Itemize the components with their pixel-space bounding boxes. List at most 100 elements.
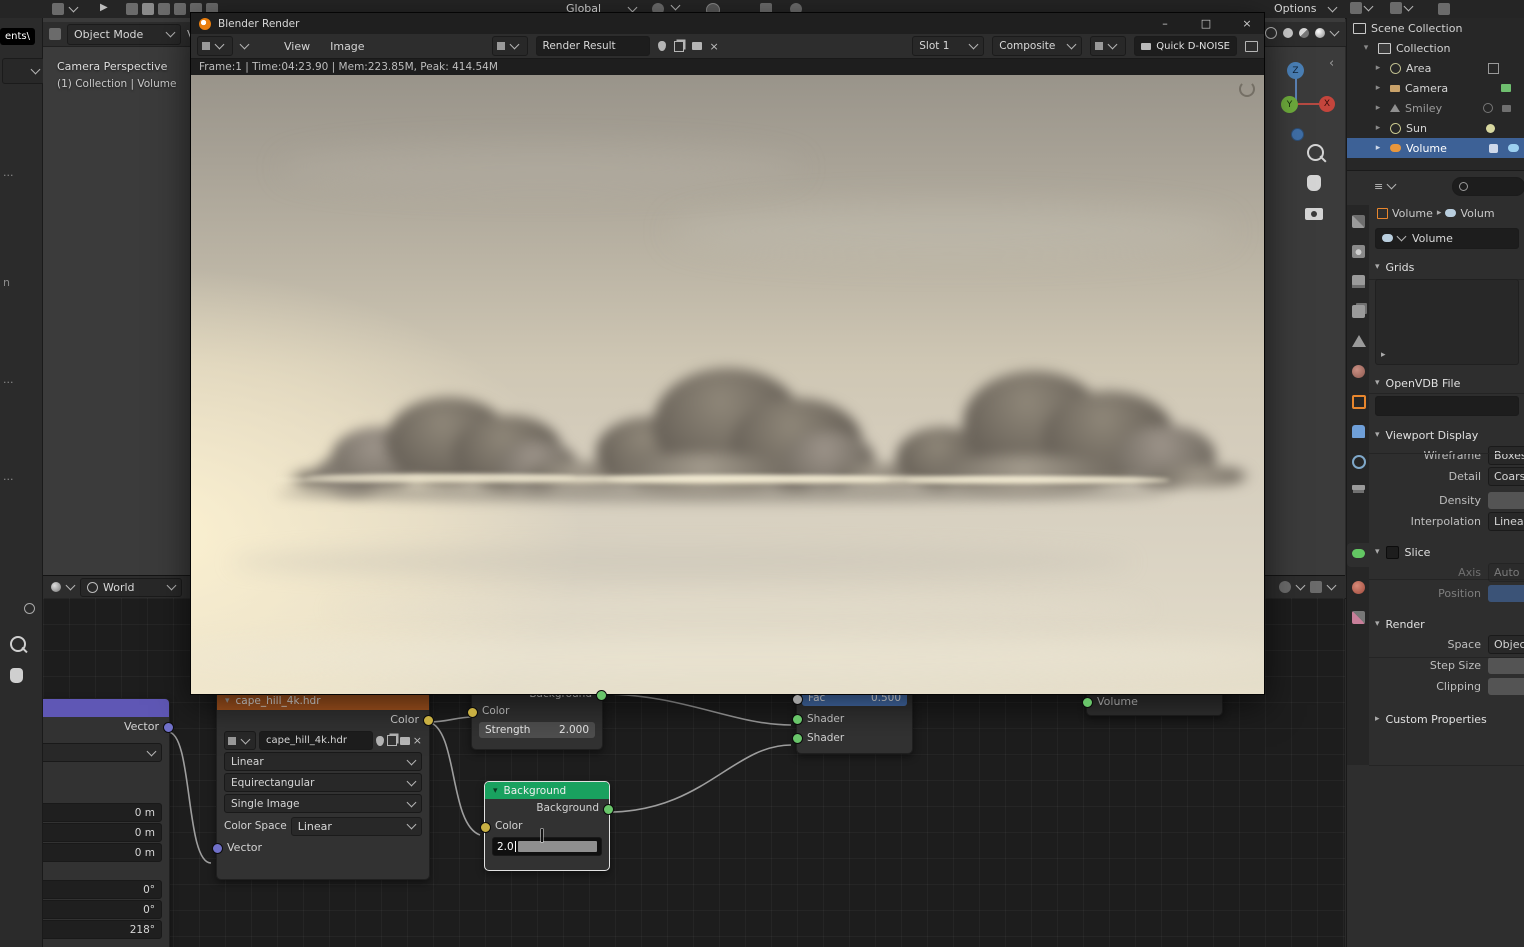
- detail-dropdown[interactable]: Coars: [1488, 467, 1524, 486]
- mapping-rot-z-field[interactable]: 218°: [43, 920, 162, 939]
- constraints-tab-icon[interactable]: [1352, 485, 1365, 490]
- sun-expand-icon[interactable]: ▸: [1371, 123, 1385, 133]
- slice-panel-header[interactable]: ▾ Slice: [1369, 542, 1524, 562]
- snap-chevron-icon[interactable]: [671, 1, 681, 11]
- editor-type-icon-3[interactable]: [1438, 3, 1450, 15]
- bg-top-output-socket[interactable]: [596, 690, 607, 701]
- fake-user-shield-icon[interactable]: [376, 736, 384, 746]
- area-light-data-icon[interactable]: [1488, 63, 1499, 74]
- modifiers-tab-icon[interactable]: [1352, 425, 1365, 438]
- window-maximize-button[interactable]: □: [1189, 13, 1223, 34]
- gizmo-x-handle[interactable]: X: [1319, 96, 1335, 112]
- env-image-name-field[interactable]: cape_hill_4k.hdr: [259, 731, 373, 750]
- gizmo-neg-z-handle[interactable]: [1291, 128, 1304, 141]
- mapping-node-header[interactable]: [43, 699, 169, 717]
- toggle-panel-icon[interactable]: [1245, 41, 1258, 52]
- volume-data-icon[interactable]: [1508, 144, 1519, 152]
- volume-expand-icon[interactable]: ▸: [1371, 143, 1385, 153]
- display-channels-button[interactable]: [1090, 36, 1126, 56]
- outliner-row-sun[interactable]: ▸ Sun: [1347, 118, 1524, 138]
- window-minimize-button[interactable]: –: [1148, 13, 1182, 34]
- active-tool-icon[interactable]: [52, 3, 64, 15]
- mode-icon-3[interactable]: [158, 3, 170, 15]
- smiley-expand-icon[interactable]: ▸: [1371, 103, 1385, 113]
- step-size-field[interactable]: [1488, 657, 1524, 674]
- env-projection-dropdown[interactable]: Equirectangular: [224, 773, 422, 792]
- outliner-row-smiley[interactable]: ▸ Smiley: [1347, 98, 1524, 118]
- volume-modifier-icon[interactable]: [1489, 144, 1498, 153]
- outliner-row-volume[interactable]: ▸ Volume: [1347, 138, 1524, 158]
- editor-type-button-1[interactable]: [1350, 2, 1372, 14]
- unlink-image-icon[interactable]: ×: [413, 736, 422, 746]
- menu-image[interactable]: Image: [330, 40, 364, 53]
- render-window-titlebar[interactable]: Blender Render – □ ×: [191, 13, 1264, 34]
- properties-search-field[interactable]: [1452, 177, 1524, 196]
- interpolation-dropdown[interactable]: Linea: [1488, 512, 1524, 531]
- fake-user-shield-icon[interactable]: [658, 41, 666, 51]
- grids-panel-header[interactable]: ▾ Grids: [1369, 257, 1524, 277]
- render-panel-header[interactable]: ▾ Render: [1369, 614, 1524, 634]
- mode-dropdown[interactable]: Object Mode: [67, 24, 181, 45]
- area-expand-icon[interactable]: ▸: [1371, 63, 1385, 73]
- texture-tab-icon[interactable]: [1352, 611, 1365, 624]
- bg-sel-color-socket[interactable]: [480, 822, 491, 833]
- clipped-dropdown[interactable]: [2, 58, 46, 84]
- breadcrumb-object[interactable]: Volume: [1392, 207, 1433, 220]
- world-tab-icon[interactable]: [1352, 365, 1365, 378]
- region-collapse-icon[interactable]: ‹: [1329, 56, 1334, 71]
- camera-expand-icon[interactable]: ▸: [1371, 83, 1385, 93]
- viewport-editor-type-icon[interactable]: [49, 28, 61, 40]
- open-folder-icon[interactable]: [692, 42, 702, 50]
- grids-list-expand-icon[interactable]: ▸: [1381, 350, 1386, 360]
- outliner-row-camera[interactable]: ▸ Camera: [1347, 78, 1524, 98]
- outliner-row-collection[interactable]: ▾ Collection: [1347, 38, 1524, 58]
- shading-material-icon[interactable]: [1299, 28, 1309, 38]
- volume-datablock-field[interactable]: Volume: [1375, 228, 1519, 249]
- env-colorspace-dropdown[interactable]: Linear: [291, 817, 422, 836]
- open-folder-icon[interactable]: [400, 737, 410, 745]
- navigation-gizmo[interactable]: Z Y X: [1255, 56, 1335, 146]
- shading-rendered-icon[interactable]: [1315, 28, 1325, 38]
- image-editor-type-button[interactable]: [197, 36, 233, 56]
- mix-shader-node[interactable]: Fac 0.500 Shader Shader: [796, 686, 913, 754]
- gizmo-y-handle[interactable]: Y: [1281, 96, 1298, 113]
- collection-expand-icon[interactable]: ▾: [1359, 43, 1373, 53]
- options-dropdown[interactable]: Options: [1268, 0, 1342, 17]
- shader-editor-type-chevron-icon[interactable]: [66, 581, 76, 591]
- properties-editor-icon[interactable]: ≡: [1374, 180, 1383, 193]
- play-icon[interactable]: ▶: [100, 2, 108, 13]
- env-image-browse-button[interactable]: [224, 731, 256, 750]
- smiley-render-icon[interactable]: [1502, 105, 1511, 112]
- env-vector-input-socket[interactable]: [212, 843, 223, 854]
- space-dropdown[interactable]: Objec: [1488, 635, 1524, 654]
- sun-data-icon[interactable]: [1486, 124, 1495, 133]
- quick-dnoise-button[interactable]: Quick D-NOISE: [1134, 36, 1237, 56]
- pass-dropdown[interactable]: Composite: [992, 36, 1082, 56]
- node-collapse-icon[interactable]: ▾: [225, 696, 230, 706]
- mapping-node[interactable]: Vector 0 m 0 m 0 m 0° 0° 218°: [43, 698, 170, 947]
- object-data-tab-icon[interactable]: [1352, 549, 1365, 558]
- mode-icon-1[interactable]: [126, 3, 138, 15]
- wireframe-dropdown[interactable]: Boxes: [1488, 446, 1524, 465]
- mapping-loc-x-field[interactable]: 0 m: [43, 803, 162, 822]
- mapping-rot-x-field[interactable]: 0°: [43, 880, 162, 899]
- output-tab-icon[interactable]: [1352, 275, 1365, 288]
- background-node-selected[interactable]: ▾ Background Background Color 2.0: [484, 781, 610, 871]
- editor-overlay-chevron-icon[interactable]: [1327, 581, 1337, 591]
- window-close-button[interactable]: ×: [1230, 13, 1264, 34]
- mapping-rot-y-field[interactable]: 0°: [43, 900, 162, 919]
- hand-icon[interactable]: [10, 668, 23, 683]
- view-layer-tab-icon[interactable]: [1352, 305, 1365, 318]
- environment-texture-node[interactable]: ▾ cape_hill_4k.hdr Color cape_hill_4k.hd…: [216, 691, 430, 880]
- world-output-volume-socket[interactable]: [1082, 697, 1093, 708]
- image-name-field[interactable]: Render Result: [536, 36, 650, 56]
- outliner-row-scene-collection[interactable]: Scene Collection: [1347, 18, 1524, 38]
- slice-checkbox[interactable]: [1386, 546, 1399, 559]
- shader-editor-type-icon[interactable]: [51, 582, 61, 592]
- camera-data-icon[interactable]: [1501, 84, 1511, 92]
- grids-list[interactable]: ▸: [1375, 279, 1519, 365]
- mapping-vector-output-socket[interactable]: [163, 722, 174, 733]
- copy-icon[interactable]: [674, 41, 684, 52]
- outliner-row-area[interactable]: ▸ Area: [1347, 58, 1524, 78]
- position-slider[interactable]: [1488, 585, 1524, 602]
